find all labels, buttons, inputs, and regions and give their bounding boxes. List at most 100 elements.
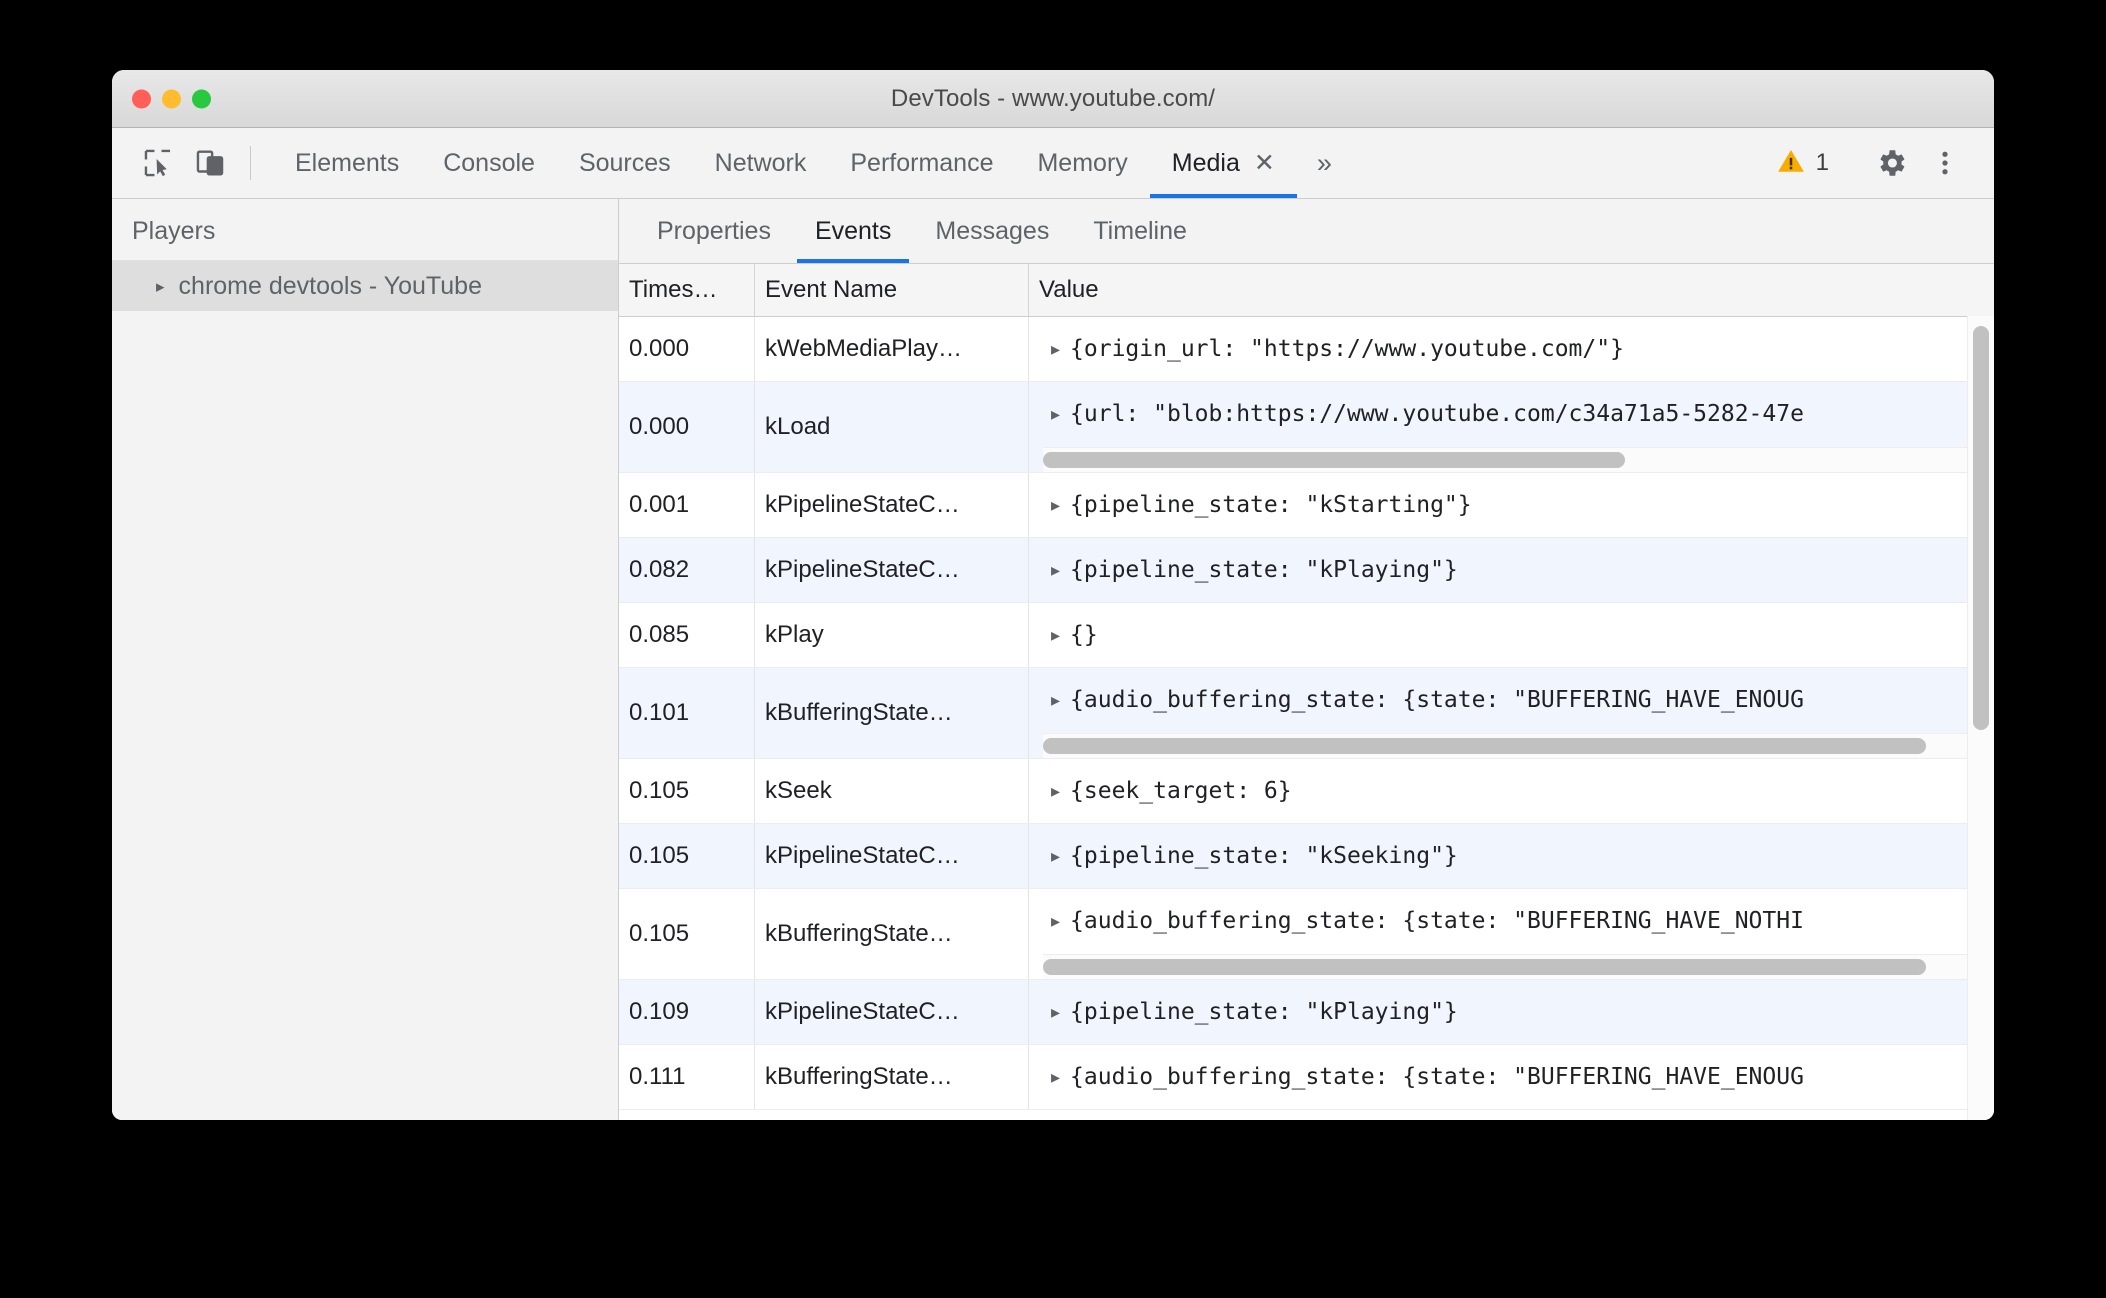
horizontal-scrollbar[interactable] [1043, 446, 1982, 472]
tab-label: Console [443, 148, 535, 177]
event-name-value: kBufferingState… [765, 699, 953, 726]
expand-triangle-icon[interactable]: ▸ [1051, 561, 1060, 579]
table-row[interactable]: 0.105 kSeek ▸ {seek_target: 6} [619, 759, 1994, 824]
tab-performance[interactable]: Performance [828, 128, 1015, 198]
table-row[interactable]: 0.001 kPipelineStateC… ▸ {pipeline_state: "… [619, 473, 1994, 538]
value-line: ▸ {origin_url: "https://www.youtube.com/"… [1029, 317, 1994, 381]
horizontal-scrollbar[interactable] [1043, 732, 1982, 758]
close-window-button[interactable] [132, 89, 151, 108]
expand-triangle-icon[interactable]: ▸ [1051, 782, 1060, 800]
event-name-value: kSeek [765, 777, 832, 804]
tab-label: Performance [850, 148, 994, 177]
column-header-value[interactable]: Value [1029, 264, 1994, 316]
expand-triangle-icon[interactable]: ▸ [1051, 1068, 1060, 1086]
tab-events[interactable]: Events [793, 199, 913, 263]
event-name-value: kPipelineStateC… [765, 842, 960, 869]
cell-event-name: kBufferingState… [755, 668, 1029, 758]
value-text: {audio_buffering_state: {state: "BUFFERI… [1070, 908, 1804, 934]
value-line: ▸ {pipeline_state: "kPlaying"} [1029, 980, 1994, 1044]
value-line: ▸ {} [1029, 603, 1994, 667]
timestamp-value: 0.101 [629, 699, 690, 726]
warning-status[interactable]: 1 [1762, 146, 1843, 181]
value-text: {pipeline_state: "kStarting"} [1070, 492, 1472, 518]
column-header-event-name[interactable]: Event Name [755, 264, 1029, 316]
players-header: Players [112, 199, 618, 261]
table-row[interactable]: 0.101 kBufferingState… ▸ {audio_buffering_s… [619, 668, 1994, 759]
tab-label: Memory [1037, 148, 1128, 177]
devtools-window: DevTools - www.youtube.com/ Elements Con… [112, 70, 1994, 1120]
timestamp-value: 0.105 [629, 920, 690, 947]
expand-triangle-icon[interactable]: ▸ [1051, 912, 1060, 930]
expand-triangle-icon[interactable]: ▸ [1051, 1003, 1060, 1021]
cell-value: ▸ {pipeline_state: "kStarting"} [1029, 473, 1994, 537]
cell-event-name: kBufferingState… [755, 889, 1029, 979]
tab-sources[interactable]: Sources [557, 128, 693, 198]
tab-elements[interactable]: Elements [273, 128, 421, 198]
close-icon[interactable]: ✕ [1254, 150, 1275, 176]
vertical-scrollbar-thumb[interactable] [1973, 326, 1989, 730]
value-text: {seek_target: 6} [1070, 778, 1292, 804]
more-vertical-icon[interactable] [1918, 136, 1972, 190]
table-row[interactable]: 0.111 kBufferingState… ▸ {audio_buffering_s… [619, 1045, 1994, 1110]
column-header-timestamp[interactable]: Times… [619, 264, 755, 316]
cell-event-name: kPipelineStateC… [755, 473, 1029, 537]
table-row[interactable]: 0.085 kPlay ▸ {} [619, 603, 1994, 668]
event-name-value: kPlay [765, 621, 824, 648]
table-row[interactable]: 0.105 kPipelineStateC… ▸ {pipeline_state: "… [619, 824, 1994, 889]
zoom-window-button[interactable] [192, 89, 211, 108]
sidebar-empty-area [112, 311, 618, 1120]
tab-properties[interactable]: Properties [635, 199, 793, 263]
expand-triangle-icon[interactable]: ▸ [1051, 626, 1060, 644]
cell-event-name: kPipelineStateC… [755, 824, 1029, 888]
table-row[interactable]: 0.105 kBufferingState… ▸ {audio_buffering_s… [619, 889, 1994, 980]
sidebar-item-player[interactable]: ▸ chrome devtools - YouTube [112, 261, 618, 311]
toolbar-right-actions: 1 [1762, 128, 1994, 198]
tab-memory[interactable]: Memory [1015, 128, 1149, 198]
device-toolbar-icon[interactable] [184, 128, 236, 198]
tab-media[interactable]: Media ✕ [1149, 128, 1297, 198]
expand-triangle-icon[interactable]: ▸ [1051, 405, 1060, 423]
expand-triangle-icon[interactable]: ▸ [1051, 691, 1060, 709]
inspect-element-icon[interactable] [132, 128, 184, 198]
tab-network[interactable]: Network [693, 128, 829, 198]
warning-count: 1 [1815, 149, 1829, 176]
event-name-value: kPipelineStateC… [765, 491, 960, 518]
event-name-value: kLoad [765, 413, 831, 440]
tab-label: Media [1171, 148, 1240, 177]
timestamp-value: 0.111 [629, 1063, 686, 1090]
tab-messages[interactable]: Messages [913, 199, 1071, 263]
cell-value: ▸ {pipeline_state: "kSeeking"} [1029, 824, 1994, 888]
more-tabs-icon[interactable]: » [1297, 128, 1352, 198]
timestamp-value: 0.085 [629, 621, 690, 648]
expand-triangle-icon[interactable]: ▸ [1051, 496, 1060, 514]
minimize-window-button[interactable] [162, 89, 181, 108]
cell-event-name: kBufferingState… [755, 1045, 1029, 1109]
table-row[interactable]: 0.000 kLoad ▸ {url: "blob:https://www.youtu… [619, 382, 1994, 473]
cell-value: ▸ {url: "blob:https://www.youtube.com/c34… [1029, 382, 1994, 472]
gear-icon[interactable] [1864, 136, 1918, 190]
tab-timeline[interactable]: Timeline [1071, 199, 1209, 263]
cell-value: ▸ {audio_buffering_state: {state: "BUFFER… [1029, 1045, 1994, 1109]
cell-value: ▸ {pipeline_state: "kPlaying"} [1029, 538, 1994, 602]
cell-event-name: kSeek [755, 759, 1029, 823]
table-row[interactable]: 0.000 kWebMediaPlay… ▸ {origin_url: "https:… [619, 317, 1994, 382]
expand-triangle-icon[interactable]: ▸ [1051, 340, 1060, 358]
horizontal-scrollbar-thumb[interactable] [1043, 452, 1626, 468]
window-title: DevTools - www.youtube.com/ [890, 84, 1216, 112]
expand-triangle-icon[interactable]: ▸ [1051, 847, 1060, 865]
tab-console[interactable]: Console [421, 128, 557, 198]
timestamp-value: 0.000 [629, 413, 690, 440]
table-row[interactable]: 0.082 kPipelineStateC… ▸ {pipeline_state: "… [619, 538, 1994, 603]
traffic-light-controls [132, 89, 211, 108]
horizontal-scrollbar-thumb[interactable] [1043, 738, 1926, 754]
event-name-value: kPipelineStateC… [765, 998, 960, 1025]
vertical-scrollbar[interactable] [1967, 316, 1994, 1120]
panel-tab-list: Elements Console Sources Network Perform… [273, 128, 1352, 198]
value-line: ▸ {audio_buffering_state: {state: "BUFFER… [1029, 889, 1994, 954]
chevron-right-icon[interactable]: ▸ [156, 278, 165, 295]
horizontal-scrollbar[interactable] [1043, 953, 1982, 979]
value-line: ▸ {url: "blob:https://www.youtube.com/c34… [1029, 382, 1994, 447]
horizontal-scrollbar-thumb[interactable] [1043, 959, 1926, 975]
subtab-label: Events [814, 216, 892, 245]
table-row[interactable]: 0.109 kPipelineStateC… ▸ {pipeline_state: "… [619, 980, 1994, 1045]
